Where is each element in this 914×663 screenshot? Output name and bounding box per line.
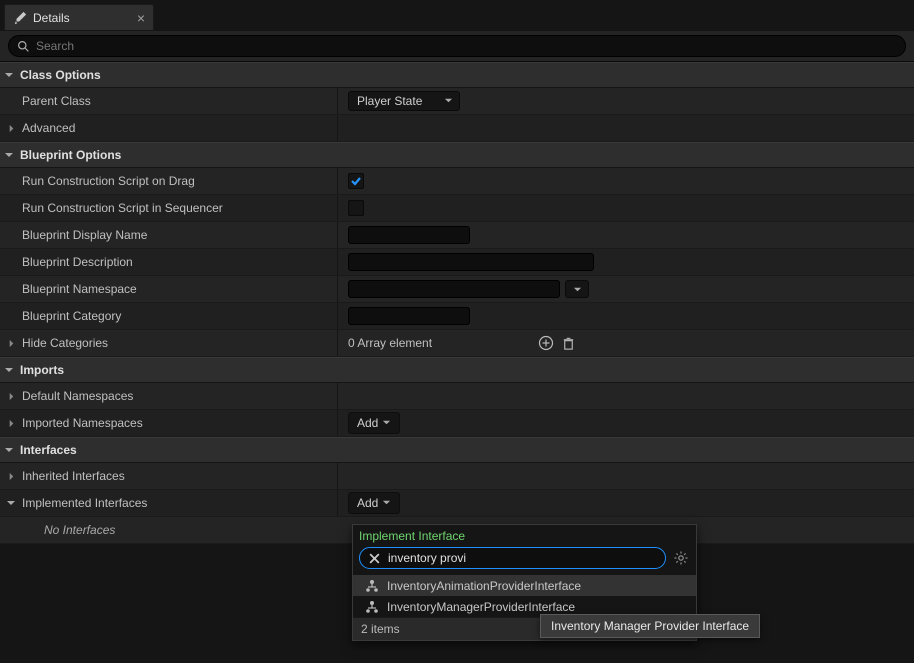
bp-category-input[interactable] <box>348 307 470 325</box>
expand-icon <box>6 391 16 401</box>
popup-item-label: InventoryAnimationProviderInterface <box>387 579 581 593</box>
bp-description-input[interactable] <box>348 253 594 271</box>
tab-bar: Details × <box>0 0 914 30</box>
label: Run Construction Script in Sequencer <box>22 201 223 215</box>
label: Blueprint Category <box>22 309 121 323</box>
checkbox-run-drag[interactable] <box>348 173 364 189</box>
paintbrush-icon <box>13 11 27 25</box>
row-hide-categories: Hide Categories 0 Array element <box>0 330 914 357</box>
add-label: Add <box>357 416 378 430</box>
tooltip: Inventory Manager Provider Interface <box>540 614 760 638</box>
expand-icon <box>4 70 14 80</box>
tab-details[interactable]: Details × <box>4 4 154 30</box>
checkbox-run-sequencer[interactable] <box>348 200 364 216</box>
row-bp-display-name: Blueprint Display Name <box>0 222 914 249</box>
section-class-options[interactable]: Class Options <box>0 62 914 88</box>
clear-array-icon[interactable] <box>560 335 576 351</box>
label: Hide Categories <box>22 336 108 350</box>
section-title: Interfaces <box>20 443 77 457</box>
row-parent-class: Parent Class Player State <box>0 88 914 115</box>
label: Implemented Interfaces <box>22 496 147 510</box>
gear-icon[interactable] <box>672 550 690 566</box>
popup-item-label: InventoryManagerProviderInterface <box>387 600 575 614</box>
row-advanced[interactable]: Advanced <box>0 115 914 142</box>
chevron-down-icon <box>382 416 391 430</box>
row-default-namespaces[interactable]: Default Namespaces <box>0 383 914 410</box>
popup-title: Implement Interface <box>353 525 696 547</box>
clear-search-icon[interactable] <box>366 550 382 566</box>
row-run-construction-drag: Run Construction Script on Drag <box>0 168 914 195</box>
tab-title: Details <box>33 11 131 25</box>
row-inherited-interfaces[interactable]: Inherited Interfaces <box>0 463 914 490</box>
add-namespace-button[interactable]: Add <box>348 412 400 434</box>
tab-close-icon[interactable]: × <box>137 11 145 25</box>
row-bp-namespace: Blueprint Namespace <box>0 276 914 303</box>
label: Default Namespaces <box>22 389 133 403</box>
interface-icon <box>365 579 379 593</box>
section-blueprint-options[interactable]: Blueprint Options <box>0 142 914 168</box>
label: Inherited Interfaces <box>22 469 125 483</box>
bp-namespace-dropdown-button[interactable] <box>565 280 589 298</box>
section-title: Imports <box>20 363 64 377</box>
popup-results-list: InventoryAnimationProviderInterface Inve… <box>353 575 696 617</box>
popup-item[interactable]: InventoryAnimationProviderInterface <box>353 575 696 596</box>
expand-icon <box>6 418 16 428</box>
expand-icon <box>6 123 16 133</box>
row-imported-namespaces: Imported Namespaces Add <box>0 410 914 437</box>
row-implemented-interfaces: Implemented Interfaces Add <box>0 490 914 517</box>
expand-icon <box>4 365 14 375</box>
label: Blueprint Description <box>22 255 133 269</box>
label: Blueprint Namespace <box>22 282 137 296</box>
row-bp-description: Blueprint Description <box>0 249 914 276</box>
expand-icon <box>4 150 14 160</box>
parent-class-dropdown[interactable]: Player State <box>348 91 460 111</box>
bp-display-name-input[interactable] <box>348 226 470 244</box>
bp-namespace-input[interactable] <box>348 280 560 298</box>
expand-icon <box>6 498 16 508</box>
no-interfaces-text: No Interfaces <box>6 523 115 537</box>
expand-icon <box>6 338 16 348</box>
label: Run Construction Script on Drag <box>22 174 195 188</box>
label-advanced: Advanced <box>22 121 75 135</box>
label-parent-class: Parent Class <box>22 94 91 108</box>
section-title: Blueprint Options <box>20 148 121 162</box>
expand-icon <box>6 471 16 481</box>
row-run-construction-sequencer: Run Construction Script in Sequencer <box>0 195 914 222</box>
search-input[interactable] <box>36 39 897 53</box>
label: Imported Namespaces <box>22 416 143 430</box>
popup-search-input[interactable] <box>388 551 659 565</box>
search-row <box>0 30 914 62</box>
section-interfaces[interactable]: Interfaces <box>0 437 914 463</box>
chevron-down-icon <box>382 496 391 510</box>
add-label: Add <box>357 496 378 510</box>
expand-icon <box>4 445 14 455</box>
search-icon <box>17 40 30 53</box>
search-field-wrap[interactable] <box>8 35 906 57</box>
section-title: Class Options <box>20 68 101 82</box>
popup-search-field[interactable] <box>359 547 666 569</box>
add-interface-button[interactable]: Add <box>348 492 400 514</box>
interface-icon <box>365 600 379 614</box>
row-bp-category: Blueprint Category <box>0 303 914 330</box>
array-summary: 0 Array element <box>348 336 432 350</box>
section-imports[interactable]: Imports <box>0 357 914 383</box>
add-element-icon[interactable] <box>538 335 554 351</box>
parent-class-value: Player State <box>357 94 422 108</box>
label: Blueprint Display Name <box>22 228 147 242</box>
chevron-down-icon <box>444 94 453 108</box>
